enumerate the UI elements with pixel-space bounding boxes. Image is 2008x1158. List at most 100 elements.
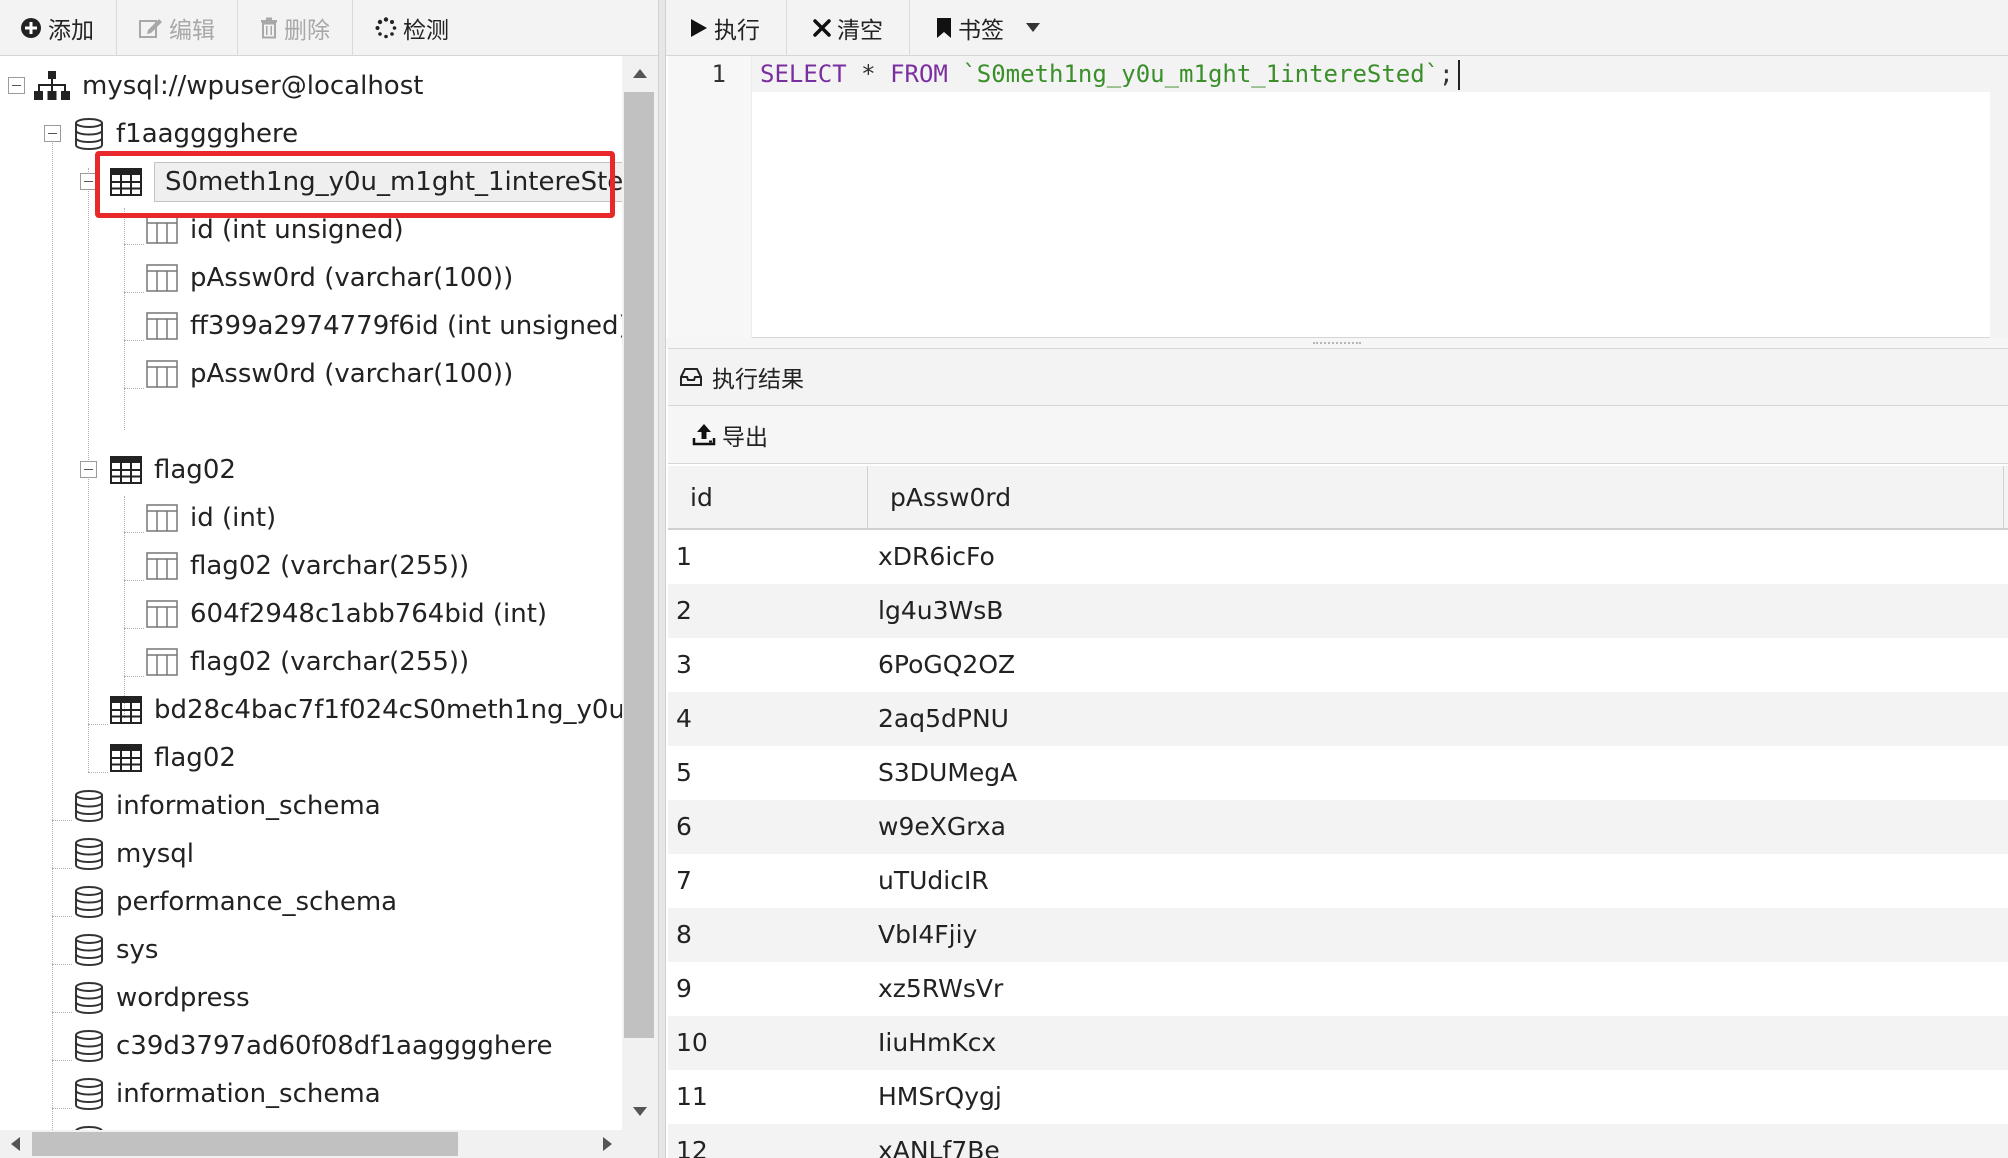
tree-node-db-performance-schema[interactable]: performance_schema <box>74 878 397 926</box>
column-header-password[interactable]: pAssw0rd <box>868 466 2004 530</box>
database-icon <box>74 982 104 1014</box>
tree-node-label: sys <box>116 935 159 965</box>
column-icon <box>146 216 178 244</box>
delete-button[interactable]: 删除 <box>238 0 353 56</box>
scrollbar-corner <box>622 1130 658 1158</box>
scrollbar-thumb[interactable] <box>624 92 654 1038</box>
clear-button-label: 清空 <box>837 17 883 44</box>
scrollbar-thumb[interactable] <box>32 1132 458 1156</box>
cell-id: 5 <box>676 758 692 787</box>
editor-scrollbar[interactable] <box>1990 56 2008 338</box>
tree-guide-line <box>124 496 125 718</box>
results-header: 执行结果 <box>668 348 2008 406</box>
table-row[interactable]: 4 2aq5dPNU <box>668 692 2008 746</box>
bookmark-dropdown-button[interactable]: 书签 <box>910 0 1066 56</box>
table-row[interactable]: 2 lg4u3WsB <box>668 584 2008 638</box>
tree-branch-line <box>52 868 72 869</box>
bookmark-button-label: 书签 <box>958 17 1004 44</box>
collapse-toggle-connection[interactable] <box>8 77 25 94</box>
column-icon <box>146 552 178 580</box>
clear-button[interactable]: 清空 <box>787 0 910 56</box>
sql-code-line[interactable]: SELECT * FROM `S0meth1ng_y0u_m1ght_1inte… <box>760 56 1460 92</box>
database-icon <box>74 118 104 150</box>
cell-id: 12 <box>676 1136 708 1158</box>
tree-horizontal-scrollbar[interactable] <box>0 1130 622 1158</box>
tree-node-column[interactable]: flag02 (varchar(255)) <box>146 638 469 686</box>
table-row[interactable]: 7 uTUdicIR <box>668 854 2008 908</box>
table-row[interactable]: 8 VbI4Fjiy <box>668 908 2008 962</box>
table-row[interactable]: 3 6PoGQ2OZ <box>668 638 2008 692</box>
tree-node-column[interactable]: id (int) <box>146 494 276 542</box>
database-icon <box>74 886 104 918</box>
sql-semicolon: ; <box>1439 60 1454 88</box>
tree-node-table-flag02[interactable]: flag02 <box>110 446 236 494</box>
tree-node-column[interactable]: pAssw0rd (varchar(100)) <box>146 254 513 302</box>
scroll-up-arrow-icon[interactable] <box>622 56 658 90</box>
tree-node-column[interactable]: flag02 (varchar(255)) <box>146 542 469 590</box>
tree-branch-line <box>52 964 72 965</box>
cell-password: w9eXGrxa <box>878 812 1006 841</box>
results-title: 执行结果 <box>712 367 804 393</box>
table-row[interactable]: 6 w9eXGrxa <box>668 800 2008 854</box>
panel-splitter[interactable] <box>658 0 666 1158</box>
scroll-right-arrow-icon[interactable] <box>592 1130 622 1158</box>
add-button[interactable]: 添加 <box>0 0 117 56</box>
text-cursor <box>1457 60 1460 90</box>
table-row[interactable]: 12 xANLf7Be <box>668 1124 2008 1158</box>
tree-node-label: 604f2948c1abb764bid (int) <box>190 599 548 629</box>
database-icon <box>74 838 104 870</box>
cell-password: VbI4Fjiy <box>878 920 978 949</box>
table-row[interactable]: 9 xz5RWsVr <box>668 962 2008 1016</box>
edit-button[interactable]: 编辑 <box>117 0 238 56</box>
cell-password: xz5RWsVr <box>878 974 1004 1003</box>
tree-vertical-scrollbar[interactable] <box>622 56 658 1130</box>
check-button[interactable]: 检测 <box>353 0 471 56</box>
table-row[interactable]: 5 S3DUMegA <box>668 746 2008 800</box>
tree-branch-line <box>88 724 108 725</box>
cell-password: xDR6icFo <box>878 542 995 571</box>
tree-branch-line <box>124 292 144 293</box>
editor-resize-handle[interactable] <box>666 338 2008 348</box>
collapse-toggle-db-f1aagggghere[interactable] <box>44 125 61 142</box>
query-toolbar: 执行 清空 书签 <box>666 0 2008 56</box>
tree-node-table-flag02-2[interactable]: flag02 <box>110 734 236 782</box>
tree-node-table-bd28[interactable]: bd28c4bac7f1f024cS0meth1ng_y0u_m1ght_1in… <box>110 686 622 734</box>
cell-password: S3DUMegA <box>878 758 1018 787</box>
export-button[interactable]: 导出 <box>668 406 792 464</box>
tree-branch-line <box>52 916 72 917</box>
database-icon <box>74 934 104 966</box>
tree-node-label: mysql <box>116 1118 194 1130</box>
sql-keyword-from: FROM <box>890 60 948 88</box>
tree-node-column[interactable]: 604f2948c1abb764bid (int) <box>146 590 547 638</box>
sql-keyword-select: SELECT <box>760 60 847 88</box>
tree-node-db-information-schema-2[interactable]: information_schema <box>74 1070 381 1118</box>
column-icon <box>146 264 178 292</box>
database-icon <box>74 1030 104 1062</box>
tree-node-connection[interactable]: mysql://wpuser@localhost <box>34 62 423 110</box>
results-grid: id pAssw0rd 1 xDR6icFo 2 lg4u3WsB 3 6PoG… <box>668 466 2008 1158</box>
tree-node-db-information-schema[interactable]: information_schema <box>74 782 381 830</box>
tree-node-column[interactable]: ff399a2974779f6id (int unsigned) <box>146 302 622 350</box>
inbox-icon <box>680 368 702 386</box>
check-button-label: 检测 <box>403 17 449 44</box>
run-button[interactable]: 执行 <box>666 0 787 56</box>
tree-node-db-sys[interactable]: sys <box>74 926 158 974</box>
table-row[interactable]: 11 HMSrQygj <box>668 1070 2008 1124</box>
results-toolbar: 导出 <box>668 406 2008 464</box>
tree-node-db-c39d[interactable]: c39d3797ad60f08df1aagggghere <box>74 1022 552 1070</box>
tree-node-db-mysql[interactable]: mysql <box>74 830 194 878</box>
explorer-toolbar: 添加 编辑 删除 检测 <box>0 0 658 56</box>
cell-password: 6PoGQ2OZ <box>878 650 1016 679</box>
tree-node-db-wordpress[interactable]: wordpress <box>74 974 250 1022</box>
tree-node-label: pAssw0rd (varchar(100)) <box>190 359 514 389</box>
sql-editor[interactable]: 1 SELECT * FROM `S0meth1ng_y0u_m1ght_1in… <box>668 56 2008 338</box>
tree-node-column[interactable]: pAssw0rd (varchar(100)) <box>146 350 513 398</box>
scroll-left-arrow-icon[interactable] <box>0 1130 30 1158</box>
table-row[interactable]: 10 IiuHmKcx <box>668 1016 2008 1070</box>
scroll-down-arrow-icon[interactable] <box>622 1094 658 1128</box>
cell-id: 11 <box>676 1082 708 1111</box>
table-row[interactable]: 1 xDR6icFo <box>668 530 2008 584</box>
column-header-id[interactable]: id <box>668 466 868 530</box>
tree-node-db-mysql-2[interactable]: mysql <box>74 1118 194 1130</box>
collapse-toggle-table-flag02[interactable] <box>80 461 97 478</box>
